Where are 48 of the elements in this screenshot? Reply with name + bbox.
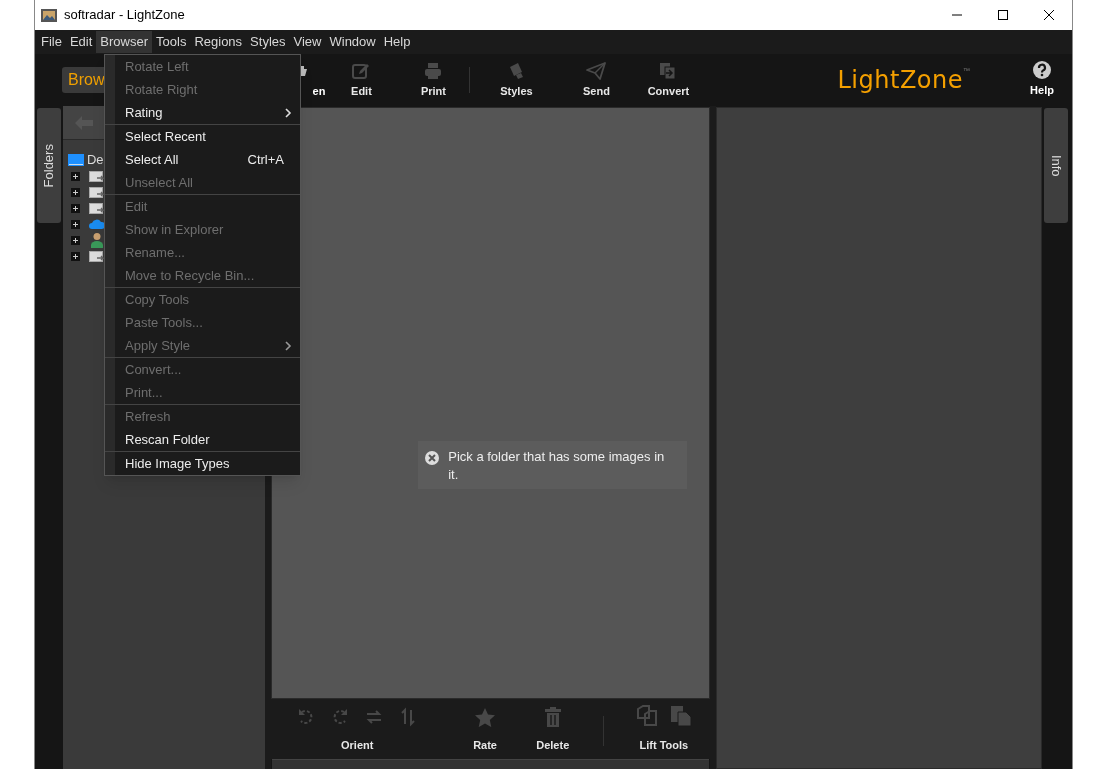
- maximize-icon: [998, 10, 1008, 20]
- folder-icon: [88, 249, 105, 263]
- message-text: Pick a folder that has some images in it.: [448, 448, 666, 484]
- expand-icon[interactable]: [70, 219, 80, 229]
- toolbar-button[interactable]: Orient: [301, 706, 414, 753]
- expand-icon[interactable]: [70, 171, 80, 181]
- expand-icon[interactable]: [70, 203, 80, 213]
- menu-item[interactable]: Rating: [105, 101, 300, 124]
- expand-icon[interactable]: [70, 235, 80, 245]
- close-icon: [1044, 10, 1054, 20]
- paste-icon: [669, 704, 692, 727]
- folders-tab[interactable]: Folders: [37, 108, 61, 223]
- menu-item[interactable]: Browser: [96, 31, 153, 53]
- menu-item[interactable]: File: [37, 31, 66, 53]
- window-title: softradar - LightZone: [64, 6, 185, 25]
- help-button[interactable]: Help: [1022, 56, 1062, 104]
- help-icon: [1033, 61, 1051, 80]
- paper-plane-icon: [585, 60, 608, 81]
- copy-icon: [635, 704, 658, 727]
- monitor-icon: [67, 153, 84, 167]
- menu-item[interactable]: Rescan Folder: [105, 428, 300, 451]
- app-icon: [41, 7, 59, 23]
- folder-icon: [88, 201, 105, 215]
- menu-item[interactable]: Styles: [246, 31, 290, 53]
- info-tab[interactable]: Info: [1044, 108, 1069, 223]
- expand-icon[interactable]: [70, 251, 80, 261]
- menu-item[interactable]: View: [289, 31, 326, 53]
- trash-icon: [543, 706, 562, 727]
- cloud-icon: [88, 218, 105, 230]
- tree-item-label[interactable]: De: [86, 150, 104, 170]
- star-icon: [474, 706, 497, 727]
- menu-item[interactable]: Window: [325, 31, 380, 53]
- expand-icon[interactable]: [70, 187, 80, 197]
- menu-item[interactable]: Hide Image Types: [105, 452, 300, 475]
- mode-button[interactable]: Brow: [62, 67, 106, 93]
- toolbar-button[interactable]: Rate: [453, 706, 517, 753]
- error-icon: [425, 451, 440, 465]
- toolbar-button[interactable]: Delete: [520, 706, 585, 753]
- person-icon: [88, 232, 105, 248]
- folder-icon: [88, 169, 105, 183]
- menu-item[interactable]: Select Recent: [105, 125, 300, 148]
- menu-item[interactable]: Edit: [65, 31, 97, 53]
- folder-icon: [88, 185, 105, 199]
- menu-item[interactable]: Select All Ctrl+A: [105, 148, 300, 171]
- toolbar-button[interactable]: Lift Tools: [617, 704, 711, 753]
- menu-item[interactable]: Tools: [152, 31, 191, 53]
- menu-item[interactable]: Regions: [190, 31, 247, 53]
- menu-item[interactable]: Help: [379, 31, 415, 53]
